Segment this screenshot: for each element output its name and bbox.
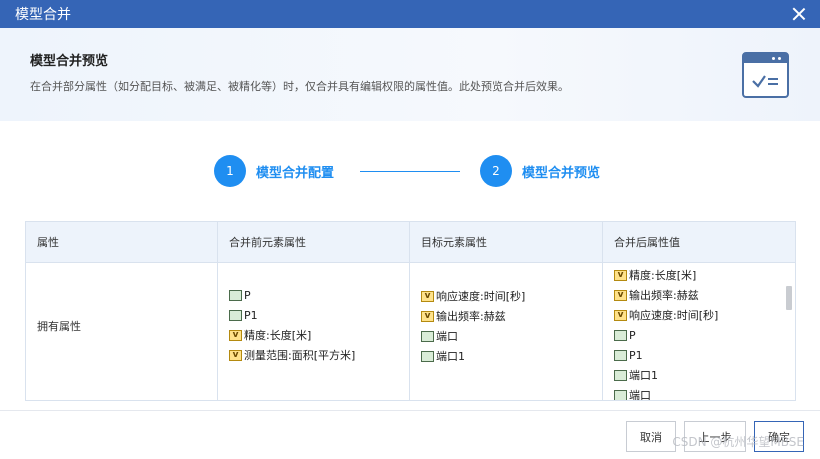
step-2-circle: 2 xyxy=(480,155,512,187)
item-text: 测量范围:面积[平方米] xyxy=(244,349,356,362)
cell-property: 拥有属性 xyxy=(26,263,218,400)
step-connector xyxy=(360,171,460,172)
table-header: 属性 合并前元素属性 目标元素属性 合并后属性值 xyxy=(26,222,795,263)
cell-merged[interactable]: v 精度:长度[米] v 输出频率:赫兹 v 响应速度:时间[秒] P P1 端口1 端口 xyxy=(603,263,795,401)
list-item: 端口 xyxy=(614,385,718,401)
list-item: 端口1 xyxy=(614,365,718,385)
list-item: v 输出频率:赫兹 xyxy=(421,306,525,326)
item-text: 输出频率:赫兹 xyxy=(629,289,699,302)
merge-preview-table: 属性 合并前元素属性 目标元素属性 合并后属性值 拥有属性 P P1 v 精度:长度[… xyxy=(25,221,796,401)
port-icon xyxy=(614,389,627,400)
port-icon xyxy=(421,330,434,342)
header-merged: 合并后属性值 xyxy=(614,236,680,249)
window-title: 模型合并 xyxy=(15,7,71,23)
list-item: v 响应速度:时间[秒] xyxy=(421,286,525,306)
header-target: 目标元素属性 xyxy=(410,222,603,262)
item-text: 端口 xyxy=(436,330,458,343)
list-item: 端口 xyxy=(421,326,525,346)
list-item: P1 xyxy=(614,345,718,365)
item-text: P1 xyxy=(629,348,643,362)
item-text: 端口1 xyxy=(629,369,658,382)
port-icon xyxy=(229,309,242,321)
value-property-icon: v xyxy=(614,269,627,281)
scrollbar-thumb[interactable] xyxy=(786,286,792,310)
value-property-icon: v xyxy=(614,309,627,321)
list-item: v 精度:长度[米] xyxy=(229,325,355,345)
item-text: 输出频率:赫兹 xyxy=(436,310,506,323)
list-item: v 测量范围:面积[平方米] xyxy=(229,345,355,365)
value-property-icon: v xyxy=(421,290,434,302)
value-property-icon: v xyxy=(421,310,434,322)
value-property-icon: v xyxy=(614,289,627,301)
table-row: 拥有属性 P P1 v 精度:长度[米] v 测量范围:面积[平方米] v 响应速度:时间[… xyxy=(26,263,795,401)
list-item: P xyxy=(614,325,718,345)
value-property-icon: v xyxy=(229,329,242,341)
merged-list: v 精度:长度[米] v 输出频率:赫兹 v 响应速度:时间[秒] P P1 端口1 端口 xyxy=(614,265,718,401)
header-property: 属性 xyxy=(26,222,218,262)
item-text: 精度:长度[米] xyxy=(629,269,697,282)
list-item: v 精度:长度[米] xyxy=(614,265,718,285)
cell-before: P P1 v 精度:长度[米] v 测量范围:面积[平方米] xyxy=(218,263,410,400)
banner-description: 在合并部分属性（如分配目标、被满足、被精化等）时，仅合并具有编辑权限的属性值。此… xyxy=(30,80,569,93)
header-banner: 模型合并预览 在合并部分属性（如分配目标、被满足、被精化等）时，仅合并具有编辑权… xyxy=(0,28,820,121)
port-icon xyxy=(614,349,627,361)
confirm-button[interactable]: 确定 xyxy=(754,421,804,452)
item-text: 端口 xyxy=(629,389,651,401)
list-item: P1 xyxy=(229,305,355,325)
item-text: 响应速度:时间[秒] xyxy=(629,309,719,322)
step-1-label: 模型合并配置 xyxy=(256,166,335,181)
list-item: v 响应速度:时间[秒] xyxy=(614,305,718,325)
port-icon xyxy=(614,369,627,381)
list-item: 端口1 xyxy=(421,346,525,366)
step-indicator: 1 模型合并配置 2 模型合并预览 xyxy=(214,155,614,187)
target-list: v 响应速度:时间[秒] v 输出频率:赫兹 端口 端口1 xyxy=(421,286,525,366)
list-item: v 输出频率:赫兹 xyxy=(614,285,718,305)
preview-window-icon xyxy=(742,52,789,98)
item-text: P xyxy=(244,288,251,302)
item-text: 精度:长度[米] xyxy=(244,329,312,342)
item-text: P xyxy=(629,328,636,342)
dialog-footer: 取消 上一步 确定 CSDN @杭州华望MBSE xyxy=(0,410,820,459)
value-property-icon: v xyxy=(229,349,242,361)
item-text: 响应速度:时间[秒] xyxy=(436,290,526,303)
row-label: 拥有属性 xyxy=(37,320,81,333)
merge-dialog: 模型合并 模型合并预览 在合并部分属性（如分配目标、被满足、被精化等）时，仅合并… xyxy=(0,0,820,459)
header-before: 合并前元素属性 xyxy=(218,222,410,262)
item-text: 端口1 xyxy=(436,350,465,363)
cancel-button[interactable]: 取消 xyxy=(626,421,676,452)
previous-step-button[interactable]: 上一步 xyxy=(684,421,746,452)
before-list: P P1 v 精度:长度[米] v 测量范围:面积[平方米] xyxy=(229,285,355,365)
step-2-label: 模型合并预览 xyxy=(522,166,601,181)
cell-target: v 响应速度:时间[秒] v 输出频率:赫兹 端口 端口1 xyxy=(410,263,603,400)
port-icon xyxy=(614,329,627,341)
port-icon xyxy=(421,350,434,362)
item-text: P1 xyxy=(244,308,258,322)
step-1-circle: 1 xyxy=(214,155,246,187)
banner-title: 模型合并预览 xyxy=(30,54,109,69)
close-icon[interactable] xyxy=(790,5,808,23)
port-icon xyxy=(229,289,242,301)
title-bar: 模型合并 xyxy=(0,0,820,28)
list-item: P xyxy=(229,285,355,305)
